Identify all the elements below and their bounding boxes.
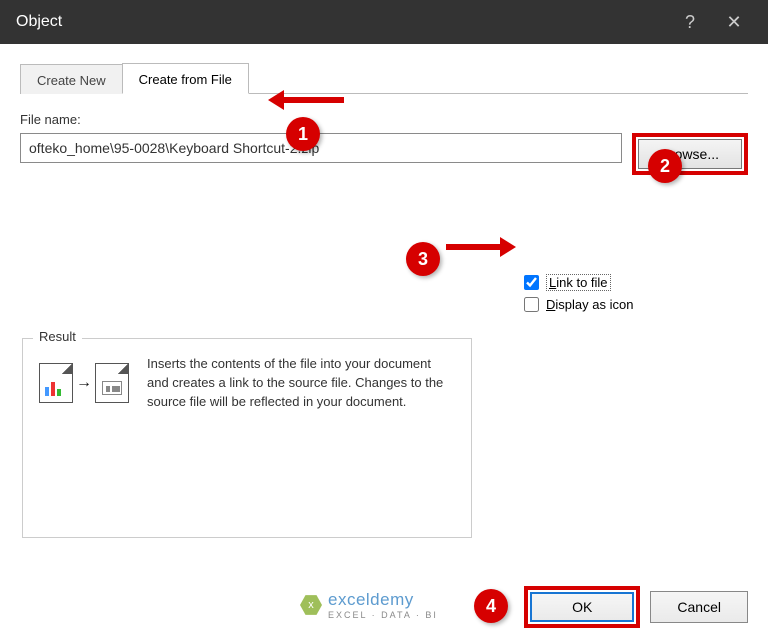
tabs: Create New Create from File <box>20 62 748 94</box>
checkbox-group: Link to file Display as icon <box>524 274 633 318</box>
watermark-logo-icon: x <box>300 594 322 616</box>
watermark: x exceldemy EXCEL · DATA · BI <box>300 590 438 620</box>
filename-label: File name: <box>20 112 748 127</box>
ok-button[interactable]: OK <box>530 592 634 622</box>
display-as-icon-checkbox[interactable] <box>524 297 539 312</box>
annotation-badge-3: 3 <box>406 242 440 276</box>
link-to-file-label[interactable]: Link to file <box>546 274 611 291</box>
titlebar: Object ? ✕ <box>0 0 768 44</box>
target-doc-icon <box>95 363 129 403</box>
tab-create-new[interactable]: Create New <box>20 64 123 94</box>
cancel-button[interactable]: Cancel <box>650 591 748 623</box>
display-as-icon-label[interactable]: Display as icon <box>546 297 633 312</box>
tab-create-from-file[interactable]: Create from File <box>122 63 249 94</box>
dialog-buttons: OK Cancel <box>524 586 748 628</box>
dialog-body: Create New Create from File File name: B… <box>0 44 768 644</box>
annotation-badge-1: 1 <box>286 117 320 151</box>
filename-input[interactable] <box>20 133 622 163</box>
arrow-icon: → <box>76 374 92 392</box>
close-icon[interactable]: ✕ <box>712 0 756 44</box>
result-icon-pair: → <box>39 363 129 403</box>
annotation-badge-4: 4 <box>474 589 508 623</box>
ok-highlight: OK <box>524 586 640 628</box>
link-to-file-row: Link to file <box>524 274 633 291</box>
result-inner: → Inserts the contents of the file into … <box>39 355 455 412</box>
help-icon[interactable]: ? <box>668 0 712 44</box>
file-row: Browse... <box>20 133 748 175</box>
annotation-badge-2: 2 <box>648 149 682 183</box>
result-group: Result → Inserts the contents of the fil… <box>22 338 472 538</box>
result-legend: Result <box>33 329 82 344</box>
watermark-brand: exceldemy <box>328 590 438 610</box>
dialog-title: Object <box>12 13 668 31</box>
display-as-icon-row: Display as icon <box>524 297 633 312</box>
link-to-file-checkbox[interactable] <box>524 275 539 290</box>
watermark-sub: EXCEL · DATA · BI <box>328 610 438 620</box>
source-doc-icon <box>39 363 73 403</box>
result-text: Inserts the contents of the file into yo… <box>147 355 447 412</box>
